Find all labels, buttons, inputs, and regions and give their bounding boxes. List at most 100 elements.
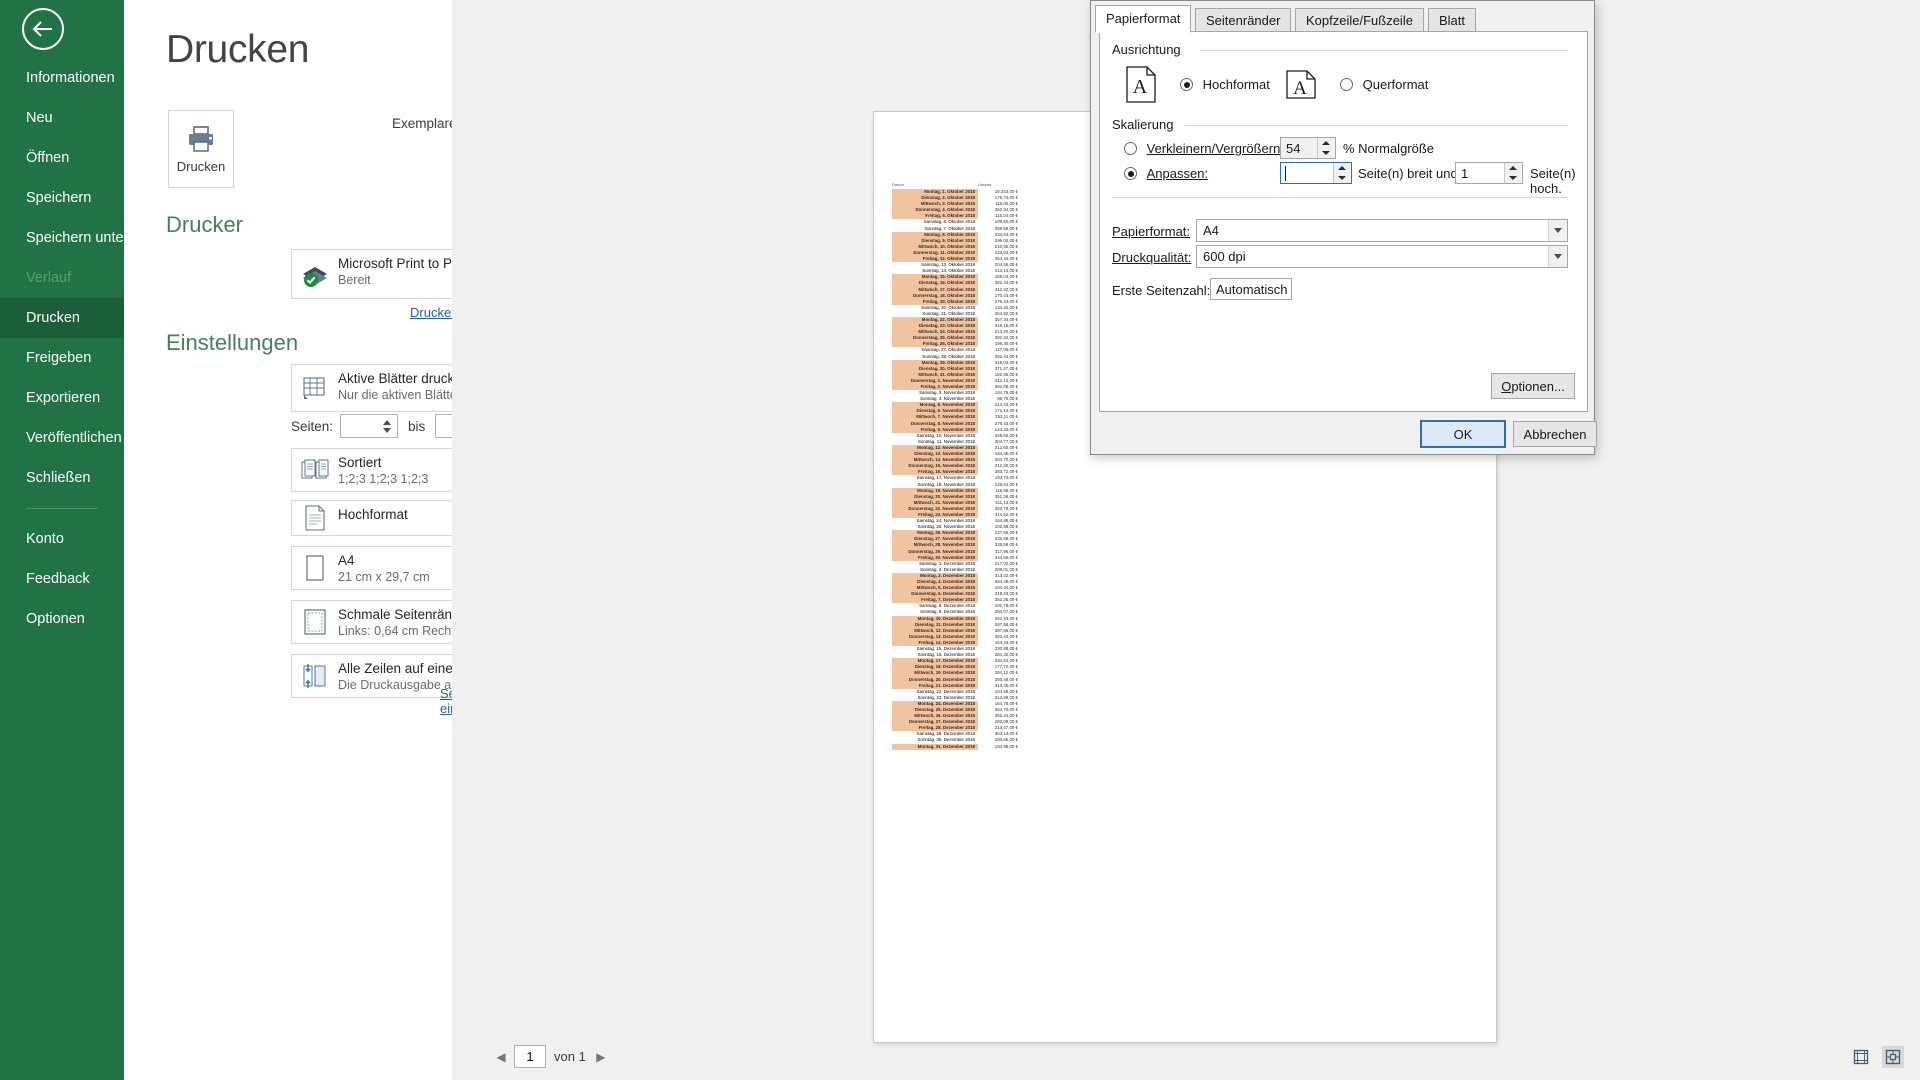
sidebar-item-label: Speichern unter: [26, 230, 129, 246]
sidebar-item-feedback[interactable]: Feedback: [0, 559, 124, 599]
print-button[interactable]: Drucken: [168, 110, 234, 188]
sidebar-item-label: Speichern: [26, 190, 92, 206]
show-margins-icon[interactable]: [1850, 1046, 1872, 1068]
scale-fit-label: Anpassen:: [1146, 166, 1209, 182]
sidebar-item-informationen[interactable]: Informationen: [0, 58, 124, 98]
next-page-icon[interactable]: ▶: [592, 1050, 610, 1064]
sidebar-item-exportieren[interactable]: Exportieren: [0, 378, 124, 418]
pages-from-stepper[interactable]: [340, 414, 399, 438]
page-setup-dialog: Papierformat Seitenränder Kopfzeile/Fußzei…: [1090, 0, 1597, 455]
pages-from-down-icon[interactable]: [383, 427, 392, 433]
scale-percent-spinner[interactable]: [1317, 138, 1334, 158]
pages-from-spinner[interactable]: [379, 415, 395, 437]
scale-percent-stepper[interactable]: [1280, 137, 1336, 159]
tab-label: Seitenränder: [1206, 13, 1281, 28]
sidebar-item-speichern-unter[interactable]: Speichern unter: [0, 218, 128, 258]
first-page-number-input[interactable]: [1211, 279, 1289, 299]
fit-width-text-cursor: [1285, 166, 1286, 181]
portrait-label: Hochformat: [1202, 77, 1270, 93]
options-button[interactable]: Optionen...: [1491, 373, 1575, 399]
sidebar-item-label: Feedback: [26, 571, 90, 587]
sidebar-item-veröffentlichen[interactable]: Veröffentlichen: [0, 418, 124, 458]
print-button-label: Drucken: [176, 158, 226, 174]
fit-height-stepper[interactable]: [1455, 162, 1523, 184]
prev-page-icon[interactable]: ◀: [492, 1050, 510, 1064]
print-quality-caret-icon[interactable]: [1548, 246, 1567, 267]
sidebar-item-öffnen[interactable]: Öffnen: [0, 138, 124, 178]
portrait-radio-row[interactable]: Hochformat: [1180, 76, 1270, 92]
fit-height-up-icon[interactable]: [1509, 166, 1517, 170]
sidebar-item-label: Drucken: [26, 310, 80, 326]
portrait-radio[interactable]: [1180, 78, 1193, 92]
zoom-to-page-icon[interactable]: [1882, 1046, 1904, 1068]
preview-cell-revenue: 194,88,00 €: [994, 743, 1018, 749]
ok-button-label: OK: [1453, 426, 1473, 442]
first-page-number-label: Erste Seitenzahl:: [1112, 283, 1211, 298]
current-page-field[interactable]: [514, 1045, 546, 1068]
fit-height-input[interactable]: [1456, 163, 1504, 183]
scale-fit-radio-row[interactable]: Anpassen:: [1124, 165, 1208, 181]
sidebar-item-freigeben[interactable]: Freigeben: [0, 338, 124, 378]
tab-kopfzeile-fußzeile[interactable]: Kopfzeile/Fußzeile: [1295, 8, 1424, 32]
first-page-number-field[interactable]: [1210, 278, 1292, 300]
fit-width-stepper[interactable]: [1280, 162, 1352, 184]
scale-adjust-radio-row[interactable]: Verkleinern/Vergrößern:: [1124, 140, 1284, 156]
fit-width-input[interactable]: [1281, 163, 1333, 183]
fit-width-up-icon[interactable]: [1338, 166, 1346, 170]
print-quality-dropdown[interactable]: 600 dpi: [1196, 245, 1568, 268]
pages-between-label: bis: [408, 418, 426, 434]
scale-percent-input[interactable]: [1281, 138, 1317, 158]
paper-icon: [300, 553, 330, 583]
sidebar-item-optionen[interactable]: Optionen: [0, 599, 124, 639]
printer-section-title: Drucker: [166, 212, 244, 237]
sidebar-item-neu[interactable]: Neu: [0, 98, 124, 138]
collate-icon: [300, 455, 330, 485]
paper-format-caret-icon[interactable]: [1548, 220, 1567, 241]
page-setup-tabstrip: Papierformat Seitenränder Kopfzeile/Fußzei…: [1091, 5, 1596, 33]
sidebar-item-schließen[interactable]: Schließen: [0, 458, 124, 498]
paper-format-dropdown[interactable]: A4: [1196, 219, 1568, 242]
tab-papierformat[interactable]: Papierformat: [1095, 5, 1192, 33]
pages-from-up-icon[interactable]: [383, 419, 392, 425]
sidebar-item-drucken[interactable]: Drucken: [0, 298, 124, 338]
fit-width-spinner[interactable]: [1333, 163, 1350, 183]
scale-adjust-radio[interactable]: [1124, 142, 1137, 156]
sidebar-item-label: Öffnen: [26, 150, 70, 166]
scale-fit-radio[interactable]: [1124, 167, 1137, 181]
scaling-icon: [300, 661, 330, 691]
paper-format-value: A4: [1203, 223, 1219, 238]
fit-width-down-icon[interactable]: [1338, 176, 1346, 180]
svg-text:A: A: [1133, 76, 1148, 98]
options-button-label: Optionen...: [1501, 378, 1565, 394]
paper-format-label: Papierformat:: [1112, 224, 1191, 239]
sidebar-item-label: Konto: [26, 531, 64, 547]
sidebar-item-label: Verlauf: [26, 270, 72, 286]
scaling-group-label: Skalierung: [1112, 117, 1180, 132]
preview-row: Montag, 31. Dezember 2018 194,88,00 €: [892, 743, 1072, 750]
sidebar-item-label: Schließen: [26, 470, 91, 486]
fit-height-down-icon[interactable]: [1509, 176, 1517, 180]
page-title: Drucken: [166, 28, 310, 71]
cancel-button[interactable]: Abbrechen: [1513, 421, 1597, 447]
fit-height-spinner[interactable]: [1504, 163, 1521, 183]
preview-header-revenue: Umsatz: [978, 182, 992, 187]
margins-icon: [300, 607, 330, 637]
tab-label: Blatt: [1439, 13, 1466, 28]
sheets-icon: [300, 373, 330, 403]
pages-from-input[interactable]: [341, 415, 380, 437]
excel-backstage-print-screen: Informationen Neu Öffnen Speichern Speichern…: [0, 0, 1920, 1080]
sidebar-item-konto[interactable]: Konto: [0, 519, 124, 559]
nav-separator: [26, 508, 98, 509]
scale-percent-down-icon[interactable]: [1322, 151, 1330, 155]
preview-header-date: Datum: [892, 182, 904, 187]
scale-percent-up-icon[interactable]: [1322, 141, 1330, 145]
tab-blatt[interactable]: Blatt: [1428, 8, 1477, 32]
current-page-input[interactable]: [515, 1046, 545, 1067]
ok-button[interactable]: OK: [1420, 420, 1506, 448]
sidebar-item-speichern[interactable]: Speichern: [0, 178, 124, 218]
landscape-radio[interactable]: [1340, 78, 1353, 92]
back-arrow-icon[interactable]: [22, 8, 64, 50]
print-quality-label: Druckqualität:: [1112, 250, 1192, 265]
tab-seitenränder[interactable]: Seitenränder: [1195, 8, 1292, 32]
landscape-radio-row[interactable]: Querformat: [1340, 76, 1428, 92]
